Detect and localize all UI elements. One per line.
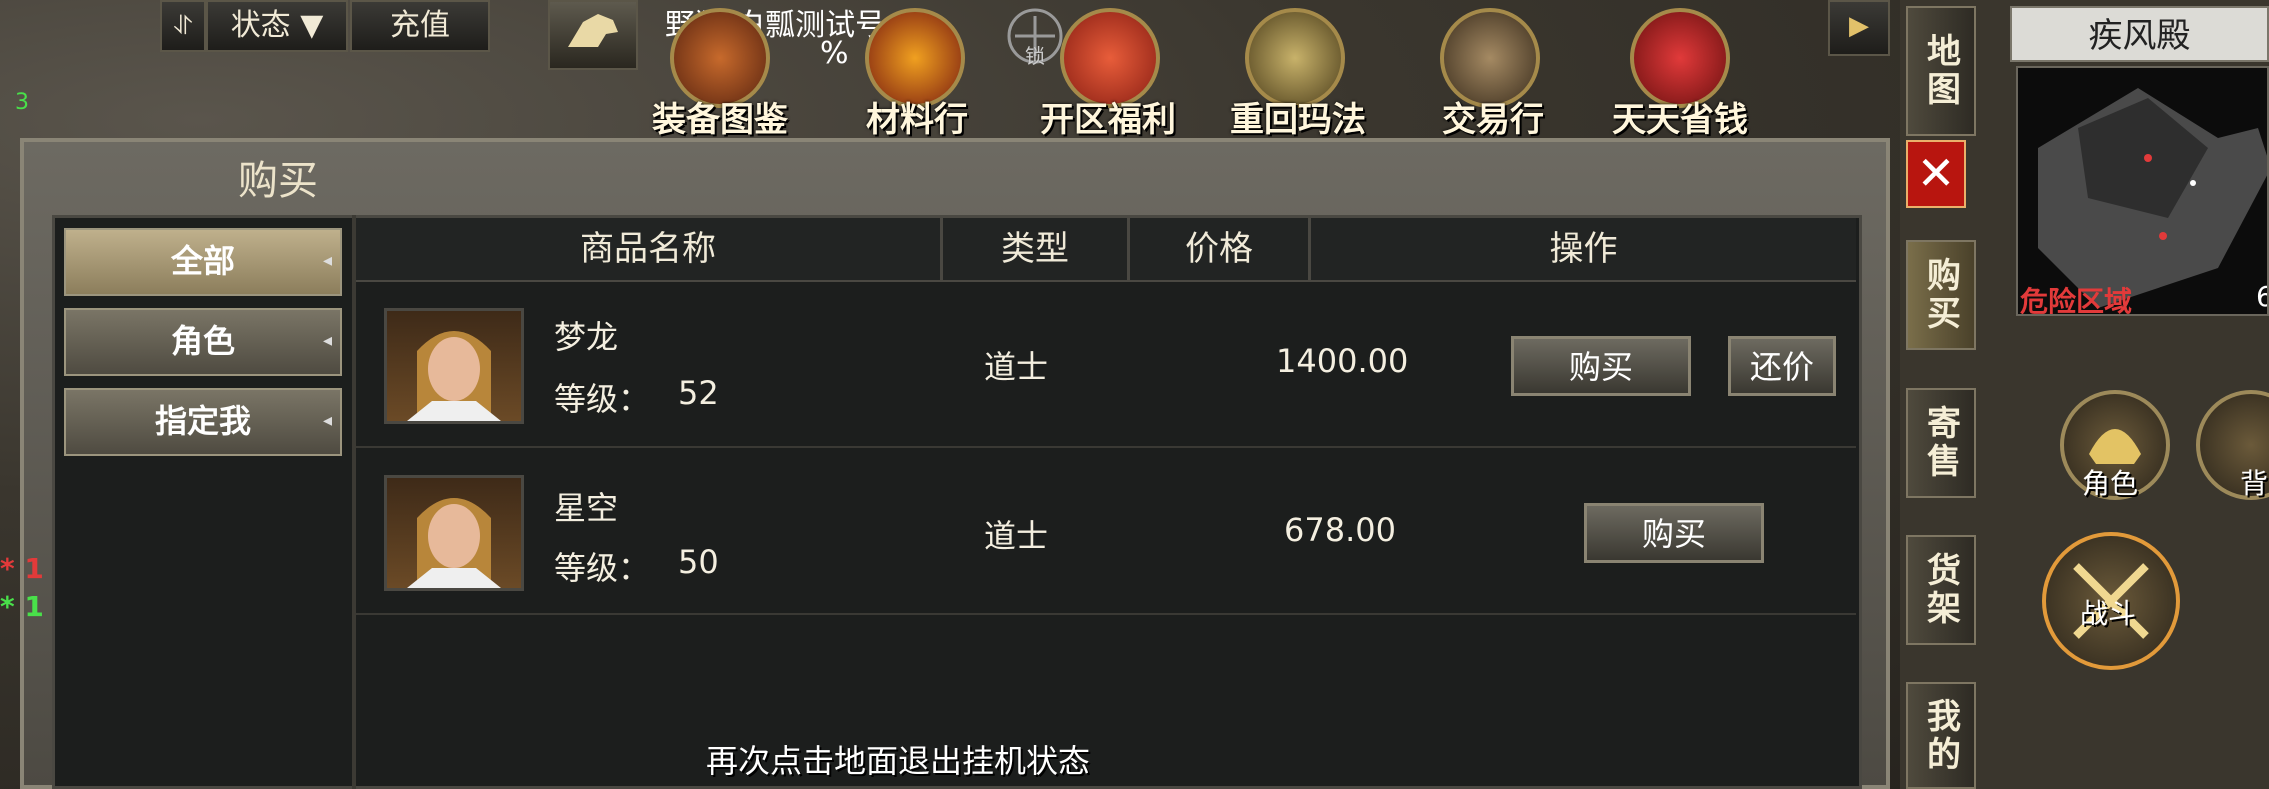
feature-label-trading-house: 交易行 [1442, 100, 1544, 140]
danger-zone-label: 危险区域 [2020, 285, 2133, 316]
character-portrait-icon [407, 331, 501, 421]
item-price: 1400.00 [1276, 342, 1409, 380]
status-dropdown[interactable]: 状态 ▼ [206, 0, 348, 52]
table-row: 梦龙 等级： 52 道士 1400.00 购买 还价 [356, 280, 1856, 448]
tab-arrow-icon: ◂ [322, 410, 332, 431]
table-header: 商品名称 类型 价格 操作 [356, 218, 1856, 282]
pet-portrait-button[interactable] [548, 0, 638, 70]
tab-all-label: 全部 [170, 242, 235, 280]
feature-label-equipment-atlas: 装备图鉴 [652, 100, 788, 140]
minimap-terrain [2038, 88, 2267, 308]
horse-icon [568, 14, 618, 47]
side-tab-consign[interactable]: 寄售 [1906, 388, 1976, 498]
stat-green: * 1 [0, 590, 44, 623]
bag-button-label: 背 [2240, 467, 2269, 500]
tab-character[interactable]: 角色 ◂ [64, 308, 342, 376]
tab-character-label: 角色 [170, 322, 235, 360]
feature-label-server-welfare: 开区福利 [1040, 100, 1176, 140]
character-button-label: 角色 [2082, 467, 2139, 500]
level-label: 等级： [554, 380, 651, 418]
idle-hint-text: 再次点击地面退出挂机状态 [706, 742, 1091, 780]
side-tab-shelf[interactable]: 货架 [1906, 535, 1976, 645]
tab-arrow-icon: ◂ [322, 250, 332, 271]
item-name: 星空 [554, 489, 619, 527]
dialog-title: 购买 [238, 158, 318, 204]
left-counter: 3 [15, 90, 29, 115]
avatar [384, 308, 524, 424]
sort-icon: ⥯ [173, 11, 193, 41]
buy-button[interactable]: 购买 [1584, 503, 1764, 563]
tab-assigned-label: 指定我 [154, 402, 251, 440]
level-label: 等级： [554, 549, 651, 587]
counter-offer-button[interactable]: 还价 [1728, 336, 1836, 396]
battle-button-label: 战斗 [2080, 597, 2137, 630]
tab-all[interactable]: 全部 ◂ [64, 228, 342, 296]
feature-label-daily-savings: 天天省钱 [1612, 100, 1748, 140]
item-price: 678.00 [1284, 511, 1396, 549]
col-header-price: 价格 [1185, 229, 1253, 269]
col-header-action: 操作 [1549, 229, 1618, 269]
tab-arrow-icon: ◂ [322, 330, 332, 351]
item-type: 道士 [984, 517, 1049, 555]
stat-red: * 1 [0, 552, 44, 585]
side-tab-buy[interactable]: 购买 [1906, 240, 1976, 350]
minimap[interactable]: 危险区域 6 [2016, 66, 2269, 316]
level-value: 50 [678, 543, 719, 581]
level-value: 52 [678, 374, 719, 412]
side-tab-mine[interactable]: 我的 [1906, 682, 1976, 789]
top-bar: ⥯ 状态 ▼ 充值 野猪/白瓢测试号 % 锁 3 装备图鉴 材料行 开区福利 重… [0, 0, 1900, 140]
coordinate-fragment: 6 [2256, 280, 2267, 313]
character-portrait-icon [407, 498, 501, 588]
item-type: 道士 [984, 348, 1049, 386]
close-button[interactable]: ✕ [1906, 140, 1966, 208]
col-header-item-name: 商品名称 [580, 229, 716, 269]
tab-assigned-to-me[interactable]: 指定我 ◂ [64, 388, 342, 456]
table-row: 星空 等级： 50 道士 678.00 购买 [356, 447, 1856, 615]
map-name: 疾风殿 [2010, 6, 2269, 62]
avatar [384, 475, 524, 591]
sort-toggle-button[interactable]: ⥯ [160, 0, 206, 52]
recharge-button[interactable]: 充值 [350, 0, 490, 52]
feature-label-materials: 材料行 [866, 100, 968, 140]
buy-button[interactable]: 购买 [1511, 336, 1691, 396]
map-tab[interactable]: 地图 [1906, 6, 1976, 136]
col-header-type: 类型 [1001, 229, 1069, 269]
feature-label-return-mafa: 重回玛法 [1230, 100, 1366, 140]
next-arrow-button[interactable]: ▶ [1828, 0, 1890, 56]
item-name: 梦龙 [554, 318, 619, 356]
